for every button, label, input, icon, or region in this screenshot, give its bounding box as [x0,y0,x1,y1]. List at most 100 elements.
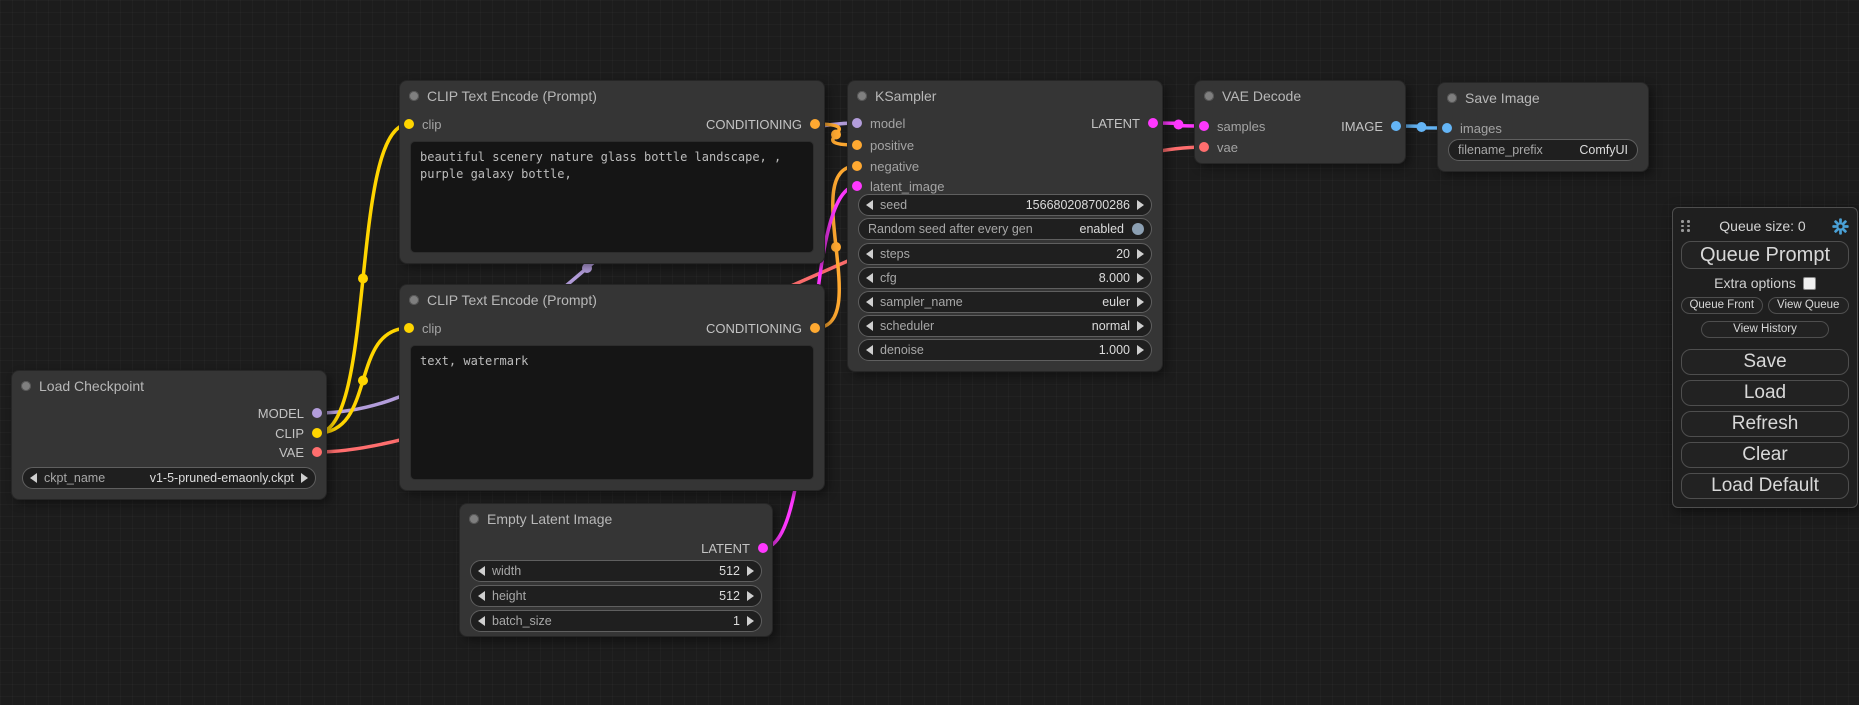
view-queue-button[interactable]: View Queue [1768,297,1850,314]
scheduler-widget[interactable]: scheduler normal [858,315,1152,337]
increment-arrow-icon[interactable] [747,616,754,626]
clear-button[interactable]: Clear [1681,442,1849,468]
images-input-dot[interactable] [1442,123,1452,133]
view-history-button[interactable]: View History [1701,321,1829,338]
queue-menu-panel: Queue size: 0 Queue Prompt Extra options… [1672,207,1858,508]
decrement-arrow-icon[interactable] [866,200,873,210]
node-title: Load Checkpoint [39,378,144,394]
node-title: VAE Decode [1222,88,1301,104]
negative-prompt-textarea[interactable]: text, watermark [410,345,814,480]
load-default-button[interactable]: Load Default [1681,473,1849,499]
output-slot-conditioning: CONDITIONING [400,114,824,134]
load-button[interactable]: Load [1681,380,1849,406]
toggle-dot-icon[interactable] [1132,223,1144,235]
node-title-bar[interactable]: CLIP Text Encode (Prompt) [400,285,824,315]
node-save-image[interactable]: Save Image images filename_prefix ComfyU… [1438,83,1648,171]
image-output-dot[interactable] [1391,121,1401,131]
increment-arrow-icon[interactable] [1137,200,1144,210]
clip-output-dot[interactable] [312,428,322,438]
drag-handle-icon[interactable] [1681,220,1693,232]
wire-midpoint-dot-model [582,263,592,273]
collapse-icon[interactable] [409,91,419,101]
node-empty-latent-image[interactable]: Empty Latent Image LATENT width 512 heig… [460,504,772,636]
height-widget[interactable]: height 512 [470,585,762,607]
wire-midpoint-dot-image [1417,122,1427,132]
positive-input-dot[interactable] [852,140,862,150]
vae-input-dot[interactable] [1199,142,1209,152]
queue-prompt-button[interactable]: Queue Prompt [1681,241,1849,269]
node-title: Empty Latent Image [487,511,612,527]
node-graph-canvas[interactable]: { "colors": { "model": "#B39DDB", "clip"… [0,0,1859,705]
increment-arrow-icon[interactable] [1137,345,1144,355]
node-clip-text-encode-positive[interactable]: CLIP Text Encode (Prompt) clip CONDITION… [400,81,824,263]
increment-arrow-icon[interactable] [1137,297,1144,307]
decrement-arrow-icon[interactable] [866,273,873,283]
model-output-dot[interactable] [312,408,322,418]
seed-widget[interactable]: seed 156680208700286 [858,194,1152,216]
increment-arrow-icon[interactable] [1137,273,1144,283]
increment-arrow-icon[interactable] [747,591,754,601]
node-title-bar[interactable]: VAE Decode [1195,81,1405,111]
wire-midpoint-dot-samples [1174,120,1184,130]
output-slot-clip: CLIP [12,423,326,443]
decrement-arrow-icon[interactable] [866,249,873,259]
decrement-arrow-icon[interactable] [866,297,873,307]
conditioning-output-dot[interactable] [810,323,820,333]
collapse-icon[interactable] [857,91,867,101]
node-title-bar[interactable]: Save Image [1438,83,1648,113]
node-vae-decode[interactable]: VAE Decode samples IMAGE vae [1195,81,1405,163]
input-slot-vae: vae [1195,137,1405,157]
decrement-arrow-icon[interactable] [478,616,485,626]
sampler-name-widget[interactable]: sampler_name euler [858,291,1152,313]
random-seed-toggle-widget[interactable]: Random seed after every gen enabled [858,218,1152,240]
extra-options-checkbox[interactable] [1803,277,1816,290]
decrement-arrow-icon[interactable] [866,321,873,331]
wire-midpoint-dot-clip-to-positive [358,274,368,284]
collapse-icon[interactable] [469,514,479,524]
wire-midpoint-dot-clip-to-negative [358,376,368,386]
latent-output-dot[interactable] [758,543,768,553]
width-widget[interactable]: width 512 [470,560,762,582]
extra-options-label: Extra options [1714,275,1796,291]
decrement-arrow-icon[interactable] [30,473,37,483]
collapse-icon[interactable] [1204,91,1214,101]
node-title-bar[interactable]: Load Checkpoint [12,371,326,401]
negative-input-dot[interactable] [852,161,862,171]
output-slot-vae: VAE [12,442,326,462]
node-title-bar[interactable]: CLIP Text Encode (Prompt) [400,81,824,111]
decrement-arrow-icon[interactable] [866,345,873,355]
increment-arrow-icon[interactable] [1137,321,1144,331]
collapse-icon[interactable] [409,295,419,305]
conditioning-output-dot[interactable] [810,119,820,129]
decrement-arrow-icon[interactable] [478,566,485,576]
save-button[interactable]: Save [1681,349,1849,375]
node-title-bar[interactable]: KSampler [848,81,1162,111]
collapse-icon[interactable] [21,381,31,391]
batch-size-widget[interactable]: batch_size 1 [470,610,762,632]
filename-prefix-widget[interactable]: filename_prefix ComfyUI [1448,139,1638,161]
settings-gear-icon[interactable] [1832,218,1849,235]
denoise-widget[interactable]: denoise 1.000 [858,339,1152,361]
node-title-bar[interactable]: Empty Latent Image [460,504,772,534]
increment-arrow-icon[interactable] [1137,249,1144,259]
positive-prompt-textarea[interactable]: beautiful scenery nature glass bottle la… [410,141,814,253]
vae-output-dot[interactable] [312,447,322,457]
refresh-button[interactable]: Refresh [1681,411,1849,437]
menu-header: Queue size: 0 [1681,216,1849,236]
node-clip-text-encode-negative[interactable]: CLIP Text Encode (Prompt) clip CONDITION… [400,285,824,490]
increment-arrow-icon[interactable] [301,473,308,483]
increment-arrow-icon[interactable] [747,566,754,576]
node-ksampler[interactable]: KSampler model LATENT positive negative … [848,81,1162,371]
latent-image-input-dot[interactable] [852,181,862,191]
ckpt-name-widget[interactable]: ckpt_name v1-5-pruned-emaonly.ckpt [22,467,316,489]
decrement-arrow-icon[interactable] [478,591,485,601]
queue-size-label: Queue size: 0 [1693,218,1832,234]
queue-front-button[interactable]: Queue Front [1681,297,1763,314]
cfg-widget[interactable]: cfg 8.000 [858,267,1152,289]
output-slot-latent: LATENT [460,538,772,558]
node-load-checkpoint[interactable]: Load Checkpoint MODEL CLIP VAE ckpt_name… [12,371,326,499]
collapse-icon[interactable] [1447,93,1457,103]
latent-output-dot[interactable] [1148,118,1158,128]
steps-widget[interactable]: steps 20 [858,243,1152,265]
output-slot-image: IMAGE [1195,116,1405,136]
